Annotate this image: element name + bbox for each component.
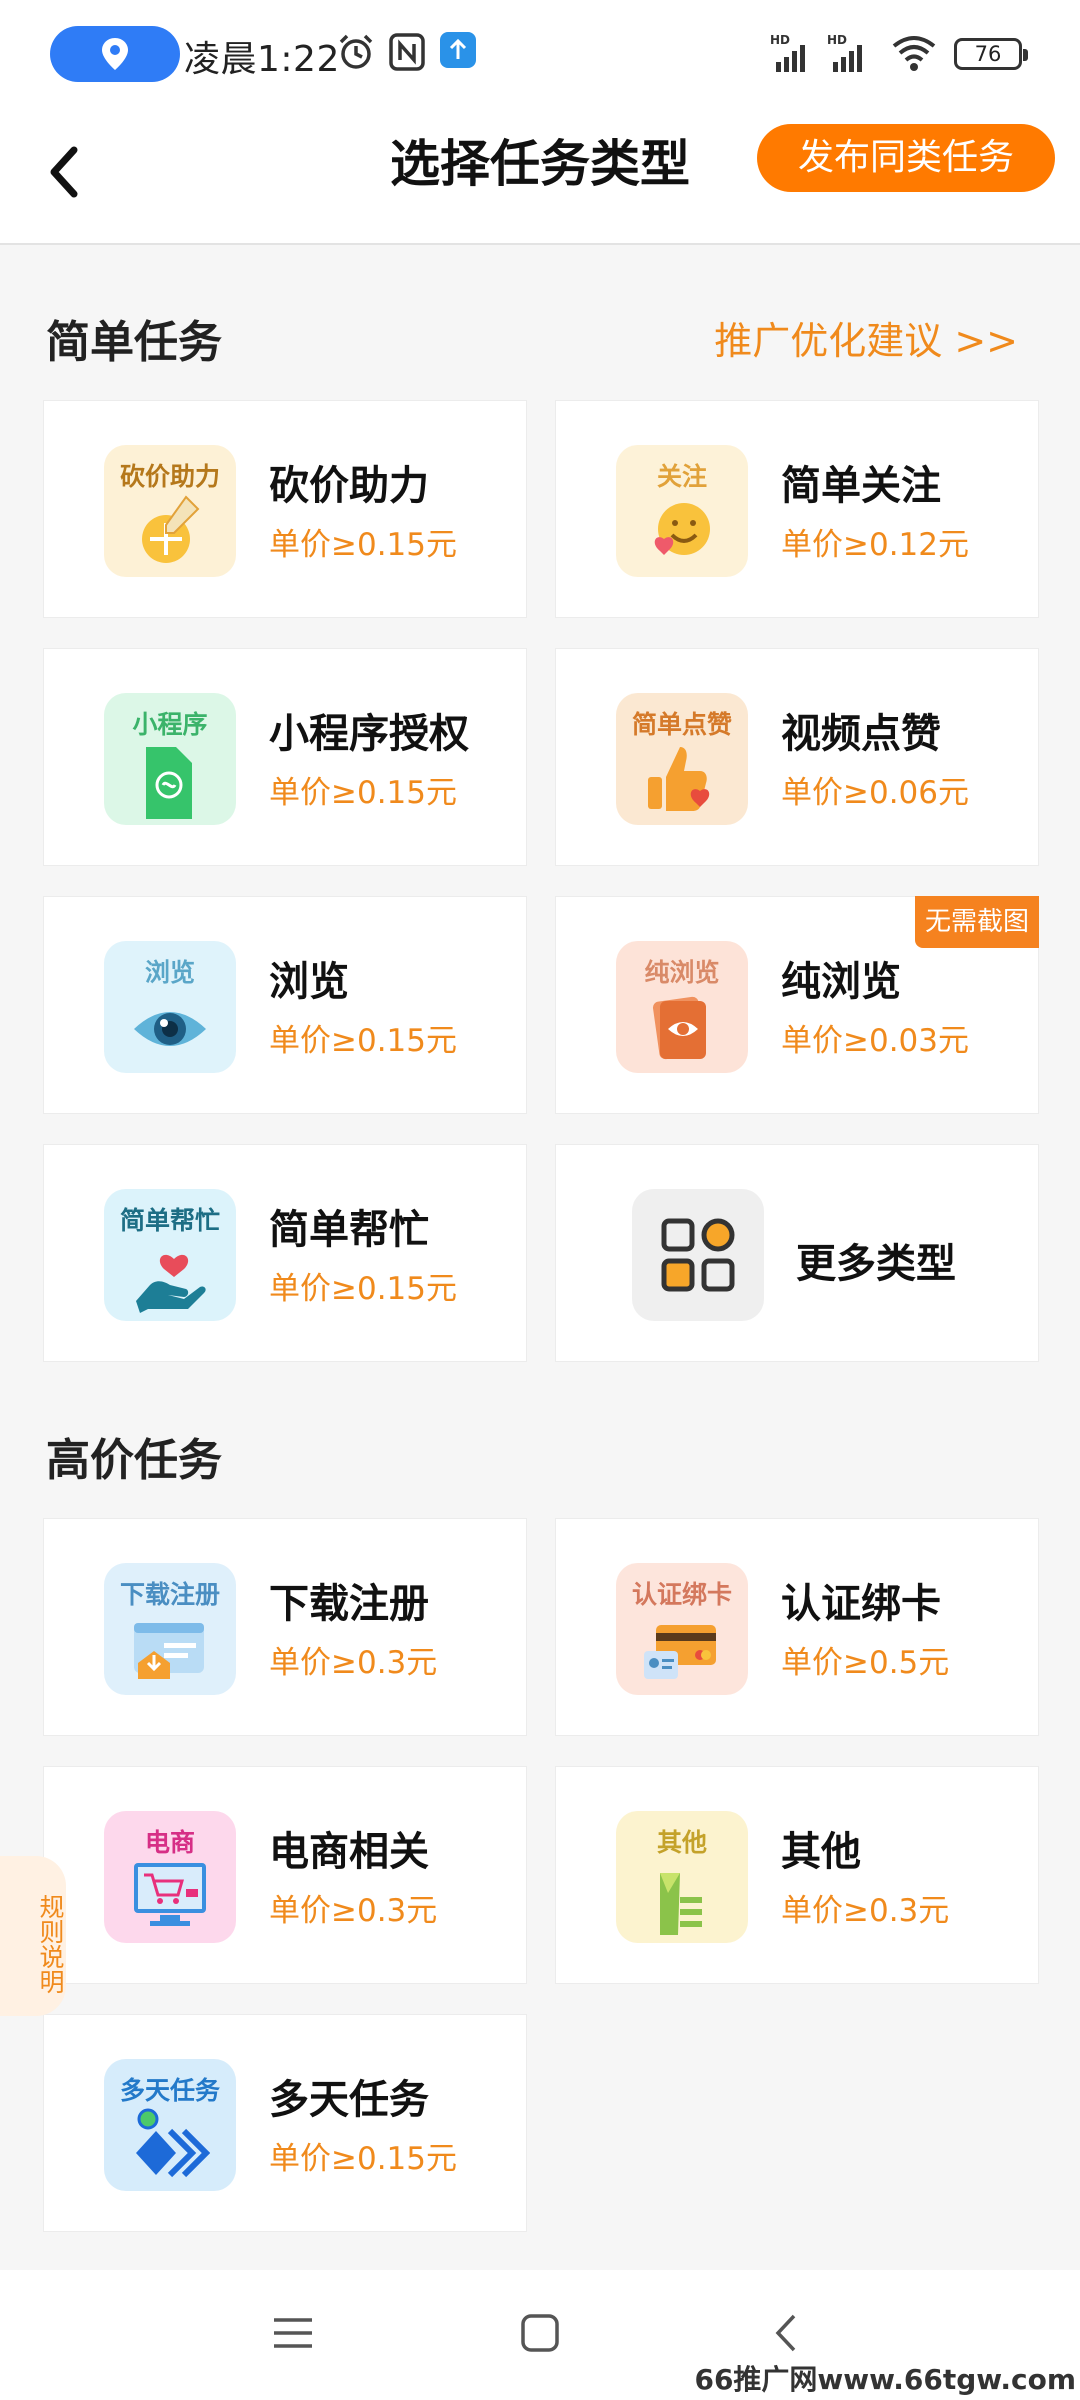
follow-smile-icon: 关注: [616, 445, 748, 577]
more-types-card[interactable]: 更多类型: [555, 1144, 1039, 1362]
bargain-icon-art: [142, 495, 200, 563]
task-card-name: 小程序授权: [269, 711, 469, 757]
icon-tile-label: 认证绑卡: [631, 1580, 732, 1609]
status-bar: 凌晨1:22 HD HD 76: [0, 0, 1080, 108]
task-card[interactable]: 其他 其他单价≥0.3元: [555, 1766, 1039, 1984]
task-card-name: 简单关注: [781, 463, 941, 509]
other-icon-art: [660, 1873, 702, 1935]
helping-hand-icon: 简单帮忙: [104, 1189, 236, 1321]
task-card-name: 电商相关: [269, 1829, 429, 1875]
task-card-price: 单价≥0.3元: [269, 1645, 438, 1681]
icon-tile-label: 纯浏览: [644, 958, 720, 987]
task-card-name: 多天任务: [269, 2077, 429, 2123]
task-card[interactable]: 下载注册 下载注册单价≥0.3元: [43, 1518, 527, 1736]
svg-text:HD: HD: [827, 33, 847, 47]
home-icon[interactable]: [517, 2310, 563, 2356]
task-card[interactable]: 认证绑卡 认证绑卡单价≥0.5元: [555, 1518, 1039, 1736]
wifi-icon: [892, 36, 936, 71]
bind-card-icon-art: [644, 1625, 716, 1679]
icon-tile-label: 简单帮忙: [119, 1206, 220, 1235]
task-card-name: 视频点赞: [781, 711, 941, 757]
icon-tile-label: 砍价助力: [119, 462, 220, 491]
icon-tile-label: 电商: [144, 1828, 195, 1857]
task-card-price: 单价≥0.15元: [269, 775, 457, 811]
hd-signal-icon: HD HD: [770, 33, 862, 72]
pure-browse-icon-art: [652, 996, 706, 1060]
section-title-simple: 简单任务: [46, 317, 222, 368]
task-card-price: 单价≥0.03元: [781, 1023, 969, 1059]
pure-browse-icon: 纯浏览: [616, 941, 748, 1073]
clock: 凌晨1:22: [184, 39, 340, 80]
back-nav-icon[interactable]: [764, 2310, 810, 2356]
task-card[interactable]: 简单帮忙 简单帮忙单价≥0.15元: [43, 1144, 527, 1362]
alarm-icon: [339, 34, 373, 69]
icon-tile-label: 小程序: [132, 710, 208, 739]
svg-text:HD: HD: [770, 33, 790, 47]
publish-similar-task-button[interactable]: 发布同类任务: [757, 124, 1055, 192]
icon-tile-label: 其他: [656, 1828, 707, 1857]
nav-bar: 选择任务类型 发布同类任务: [0, 108, 1080, 245]
thumbs-up-icon-art: [648, 747, 710, 811]
more-types-label: 更多类型: [796, 1241, 956, 1287]
task-card-name: 砍价助力: [269, 463, 429, 509]
promotion-suggestion-link[interactable]: 推广优化建议 >>: [714, 310, 1018, 365]
task-card-name: 浏览: [269, 959, 349, 1005]
thumbs-up-icon: 简单点赞: [616, 693, 748, 825]
task-card[interactable]: 简单点赞 视频点赞单价≥0.06元: [555, 648, 1039, 866]
task-card[interactable]: 电商 电商相关单价≥0.3元: [43, 1766, 527, 1984]
task-card-name: 其他: [781, 1829, 861, 1875]
battery-icon: 76: [954, 38, 1028, 70]
helping-hand-icon-art: [136, 1254, 206, 1313]
menu-icon[interactable]: [270, 2310, 316, 2356]
task-card-price: 单价≥0.15元: [269, 1271, 457, 1307]
nfc-icon: [389, 33, 425, 71]
task-card[interactable]: 关注 简单关注单价≥0.12元: [555, 400, 1039, 618]
task-card[interactable]: 小程序 小程序授权单价≥0.15元: [43, 648, 527, 866]
watermark: 66推广网www.66tgw.com: [694, 2363, 1076, 2396]
eye-icon: 浏览: [104, 941, 236, 1073]
task-card-price: 单价≥0.15元: [269, 1023, 457, 1059]
mini-program-icon-art: [146, 747, 192, 819]
task-card-name: 纯浏览: [781, 959, 901, 1005]
task-card-price: 单价≥0.12元: [781, 527, 969, 563]
upload-icon: [440, 32, 476, 68]
grid-icon: [632, 1189, 764, 1321]
multi-day-icon-art: [136, 2108, 210, 2178]
task-card-price: 单价≥0.3元: [781, 1893, 950, 1929]
icon-tile-label: 关注: [656, 462, 707, 491]
bind-card-icon: 认证绑卡: [616, 1563, 748, 1695]
icon-tile-label: 简单点赞: [631, 710, 732, 739]
ecommerce-icon: 电商: [104, 1811, 236, 1943]
ecommerce-icon-art: [134, 1863, 206, 1926]
task-card[interactable]: 多天任务 多天任务单价≥0.15元: [43, 2014, 527, 2232]
icon-tile-label: 多天任务: [119, 2076, 220, 2105]
location-pill[interactable]: [50, 26, 180, 82]
task-card-price: 单价≥0.15元: [269, 2141, 457, 2177]
other-icon: 其他: [616, 1811, 748, 1943]
download-register-icon: 下载注册: [104, 1563, 236, 1695]
task-card-name: 认证绑卡: [781, 1581, 941, 1627]
section-title-premium: 高价任务: [46, 1435, 222, 1486]
bargain-icon: 砍价助力: [104, 445, 236, 577]
task-card[interactable]: 纯浏览 纯浏览单价≥0.03元 无需截图: [555, 896, 1039, 1114]
multi-day-icon: 多天任务: [104, 2059, 236, 2191]
location-icon: [102, 38, 128, 70]
no-screenshot-badge: 无需截图: [915, 896, 1039, 948]
icon-tile-label: 浏览: [144, 958, 195, 987]
task-card-price: 单价≥0.15元: [269, 527, 457, 563]
icon-tile-label: 下载注册: [119, 1580, 220, 1609]
rules-tab[interactable]: 规则说明: [0, 1856, 66, 2016]
system-nav-bar: 66推广网www.66tgw.com: [0, 2270, 1080, 2400]
mini-program-icon: 小程序: [104, 693, 236, 825]
download-register-icon-art: [134, 1623, 204, 1679]
follow-smile-icon-art: [654, 503, 710, 555]
task-card-price: 单价≥0.06元: [781, 775, 969, 811]
task-card[interactable]: 浏览 浏览单价≥0.15元: [43, 896, 527, 1114]
task-card-name: 下载注册: [269, 1581, 429, 1627]
task-card-price: 单价≥0.3元: [269, 1893, 438, 1929]
task-card-name: 简单帮忙: [269, 1207, 429, 1253]
eye-icon-art: [134, 1012, 206, 1046]
task-card[interactable]: 砍价助力 砍价助力单价≥0.15元: [43, 400, 527, 618]
task-card-price: 单价≥0.5元: [781, 1645, 950, 1681]
